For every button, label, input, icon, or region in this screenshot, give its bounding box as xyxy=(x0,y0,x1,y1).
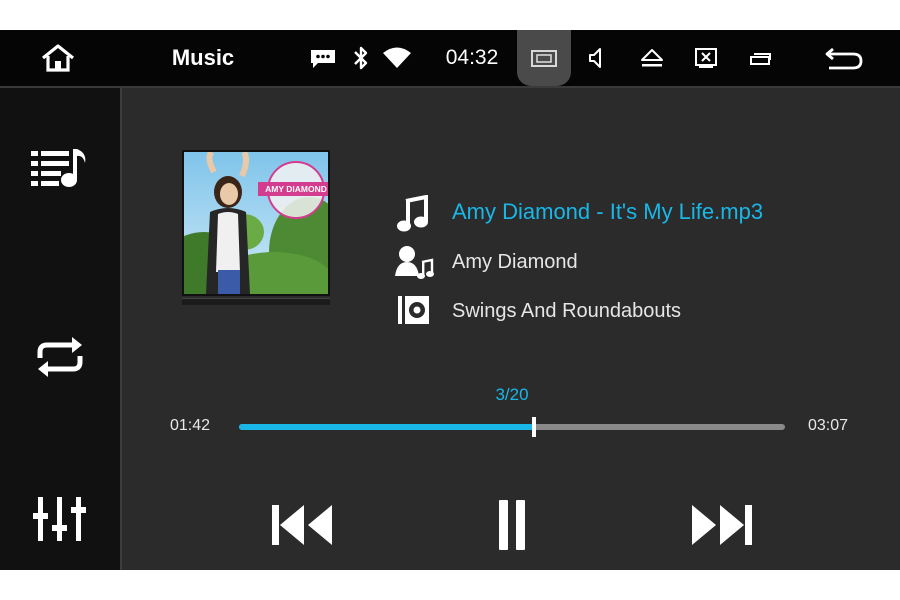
wifi-icon xyxy=(383,47,411,68)
bluetooth-indicator xyxy=(348,30,374,86)
equalizer-button[interactable] xyxy=(0,484,120,554)
track-title: Amy Diamond - It's My Life.mp3 xyxy=(452,199,764,224)
home-button[interactable] xyxy=(30,30,86,86)
seek-bar-thumb[interactable] xyxy=(532,417,536,437)
bluetooth-icon xyxy=(354,46,368,70)
artist-name: Amy Diamond xyxy=(452,251,578,273)
wifi-indicator xyxy=(380,30,414,86)
seek-bar[interactable] xyxy=(239,417,785,437)
recent-apps-icon xyxy=(750,53,771,65)
album-art-text: AMY DIAMOND xyxy=(265,184,327,194)
message-icon xyxy=(311,50,335,68)
playlist-button[interactable] xyxy=(0,133,120,203)
repeat-icon xyxy=(37,337,83,377)
close-window-icon xyxy=(695,48,717,68)
next-button[interactable] xyxy=(682,490,762,560)
volume-icon xyxy=(589,48,601,68)
now-playing-panel: AMY DIAMOND Amy Diamond - It's My Life.m… xyxy=(122,88,900,570)
next-icon xyxy=(692,505,752,545)
equalizer-icon xyxy=(33,497,86,541)
artist-icon xyxy=(395,246,434,279)
repeat-button[interactable] xyxy=(0,322,120,392)
album-art: AMY DIAMOND xyxy=(182,150,330,296)
album-icon xyxy=(398,296,429,324)
eject-button[interactable] xyxy=(634,30,670,86)
previous-button[interactable] xyxy=(262,490,342,560)
elapsed-time: 01:42 xyxy=(170,417,211,434)
pause-icon xyxy=(499,500,525,550)
close-window-button[interactable] xyxy=(688,30,724,86)
playlist-icon xyxy=(31,149,86,187)
message-indicator xyxy=(306,30,340,86)
previous-icon xyxy=(272,505,332,545)
screenshot-button[interactable] xyxy=(517,30,571,86)
sidebar xyxy=(0,88,122,570)
title-row xyxy=(395,194,431,234)
track-position: 3/20 xyxy=(495,385,529,404)
clock: 04:32 xyxy=(445,46,499,69)
app-title: Music xyxy=(171,45,235,70)
screenshot-icon xyxy=(531,50,557,67)
album-art-reflection xyxy=(182,298,330,305)
back-icon xyxy=(825,47,863,70)
home-icon xyxy=(42,44,74,72)
album-row xyxy=(395,290,431,330)
artist-row xyxy=(395,242,435,282)
volume-button[interactable] xyxy=(580,30,614,86)
album-name: Swings And Roundabouts xyxy=(452,300,682,322)
seek-bar-fill xyxy=(239,424,534,430)
total-time: 03:07 xyxy=(808,417,849,434)
recent-apps-button[interactable] xyxy=(742,30,778,86)
music-note-icon xyxy=(397,195,428,232)
status-bar: Music 04:32 xyxy=(0,30,900,88)
music-player-screen: Music 04:32 AMY DIAMOND Amy Diamond - It… xyxy=(0,30,900,570)
eject-icon xyxy=(641,49,663,67)
back-button[interactable] xyxy=(818,30,870,86)
pause-button[interactable] xyxy=(477,490,547,560)
